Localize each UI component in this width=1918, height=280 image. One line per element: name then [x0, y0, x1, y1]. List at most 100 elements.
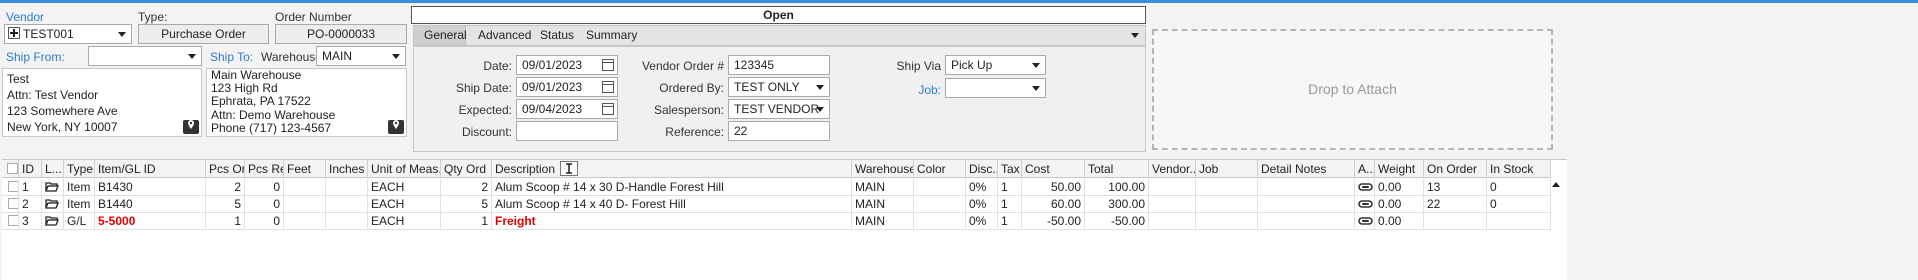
- salesperson-select[interactable]: TEST VENDOR: [728, 99, 830, 119]
- cell-unit-of-measure[interactable]: EACH: [368, 213, 441, 230]
- column-header-attachment[interactable]: A...: [1355, 160, 1375, 178]
- tab-general[interactable]: General: [414, 26, 467, 45]
- cell-description[interactable]: Alum Scoop # 14 x 30 D-Handle Forest Hil…: [492, 179, 852, 196]
- cell-pcs-ord[interactable]: 2: [206, 179, 245, 196]
- tabs-overflow-chevron-icon[interactable]: [1131, 33, 1139, 38]
- vendor-order-input[interactable]: 123345: [728, 55, 830, 75]
- cell-weight[interactable]: 0.00: [1375, 213, 1424, 230]
- map-location-icon[interactable]: [388, 118, 404, 134]
- cell-on-order[interactable]: 13: [1424, 179, 1487, 196]
- drop-to-attach-zone[interactable]: Drop to Attach: [1152, 29, 1553, 150]
- cell-type[interactable]: G/L: [64, 213, 95, 230]
- column-header-job[interactable]: Job: [1196, 160, 1258, 178]
- cell-detail-notes[interactable]: [1258, 179, 1355, 196]
- cell-total[interactable]: -50.00: [1085, 213, 1149, 230]
- tab-summary[interactable]: Summary: [576, 26, 647, 45]
- column-header-tax[interactable]: Tax: [998, 160, 1022, 178]
- cell-tax[interactable]: 1: [998, 179, 1022, 196]
- cell-type[interactable]: Item: [64, 179, 95, 196]
- attachment-clip-icon[interactable]: [1358, 198, 1374, 210]
- ship-from-label[interactable]: Ship From:: [6, 50, 65, 64]
- cell-line-icon[interactable]: [42, 179, 64, 196]
- cell-job[interactable]: [1196, 213, 1258, 230]
- ship-from-select[interactable]: [88, 46, 202, 66]
- attachment-clip-icon[interactable]: [1358, 181, 1374, 193]
- cell-detail-notes[interactable]: [1258, 213, 1355, 230]
- cell-id[interactable]: 1: [19, 179, 42, 196]
- vendor-select[interactable]: TEST001: [4, 24, 132, 44]
- job-select[interactable]: [945, 78, 1046, 98]
- cell-total[interactable]: 300.00: [1085, 196, 1149, 213]
- ordered-by-select[interactable]: TEST ONLY: [728, 77, 830, 97]
- calendar-icon[interactable]: [602, 59, 614, 71]
- column-header-cost[interactable]: Cost: [1022, 160, 1085, 178]
- column-header-discount[interactable]: Disc...: [966, 160, 998, 178]
- job-label[interactable]: Job:: [880, 83, 941, 97]
- cell-pcs-rec[interactable]: 0: [245, 213, 284, 230]
- cell-vendor[interactable]: [1149, 213, 1196, 230]
- column-header-warehouse[interactable]: Warehouse: [852, 160, 914, 178]
- cell-warehouse[interactable]: MAIN: [852, 179, 914, 196]
- cell-color[interactable]: [914, 213, 966, 230]
- cell-tax[interactable]: 1: [998, 213, 1022, 230]
- cell-color[interactable]: [914, 179, 966, 196]
- cell-weight[interactable]: 0.00: [1375, 179, 1424, 196]
- cell-cost[interactable]: -50.00: [1022, 213, 1085, 230]
- cell-vendor[interactable]: [1149, 179, 1196, 196]
- cell-tax[interactable]: 1: [998, 196, 1022, 213]
- vendor-label[interactable]: Vendor: [6, 10, 44, 24]
- cell-inches[interactable]: [326, 179, 368, 196]
- calendar-icon[interactable]: [602, 103, 614, 115]
- cell-in-stock[interactable]: 0: [1487, 196, 1551, 213]
- cell-type[interactable]: Item: [64, 196, 95, 213]
- cell-qty-ord[interactable]: 2: [441, 179, 492, 196]
- cell-inches[interactable]: [326, 196, 368, 213]
- column-header-line-icon[interactable]: L...: [42, 160, 64, 178]
- cell-select-all[interactable]: [2, 179, 19, 196]
- folder-open-icon[interactable]: [45, 198, 59, 210]
- cell-item-gl-id[interactable]: B1430: [95, 179, 206, 196]
- cell-color[interactable]: [914, 196, 966, 213]
- row-checkbox[interactable]: [8, 181, 18, 192]
- column-header-in-stock[interactable]: In Stock: [1487, 160, 1551, 178]
- cell-select-all[interactable]: [2, 196, 19, 213]
- cell-attachment[interactable]: [1355, 179, 1375, 196]
- column-header-select-all[interactable]: [2, 160, 19, 178]
- cell-job[interactable]: [1196, 179, 1258, 196]
- reference-input[interactable]: 22: [728, 121, 830, 141]
- cell-job[interactable]: [1196, 196, 1258, 213]
- ship-date-input[interactable]: 09/01/2023: [516, 77, 618, 97]
- cell-unit-of-measure[interactable]: EACH: [368, 196, 441, 213]
- column-header-description[interactable]: Description: [492, 160, 852, 178]
- cell-on-order[interactable]: [1424, 213, 1487, 230]
- discount-input[interactable]: [516, 121, 618, 141]
- cell-detail-notes[interactable]: [1258, 196, 1355, 213]
- cell-feet[interactable]: [284, 196, 326, 213]
- column-header-feet[interactable]: Feet: [284, 160, 326, 178]
- cell-attachment[interactable]: [1355, 196, 1375, 213]
- cell-cost[interactable]: 50.00: [1022, 179, 1085, 196]
- add-vendor-icon[interactable]: [8, 27, 20, 39]
- cell-id[interactable]: 2: [19, 196, 42, 213]
- cell-in-stock[interactable]: [1487, 213, 1551, 230]
- column-header-pcs-rec[interactable]: Pcs Rec: [245, 160, 284, 178]
- cell-discount[interactable]: 0%: [966, 213, 998, 230]
- cell-in-stock[interactable]: 0: [1487, 179, 1551, 196]
- column-header-detail-notes[interactable]: Detail Notes: [1258, 160, 1355, 178]
- cell-total[interactable]: 100.00: [1085, 179, 1149, 196]
- column-header-item-gl-id[interactable]: Item/GL ID: [95, 160, 206, 178]
- ship-via-select[interactable]: Pick Up: [945, 55, 1046, 75]
- cell-item-gl-id[interactable]: 5-5000: [95, 213, 206, 230]
- row-checkbox[interactable]: [8, 215, 18, 226]
- column-header-id[interactable]: ID: [19, 160, 42, 178]
- cell-description[interactable]: Freight: [492, 213, 852, 230]
- cell-discount[interactable]: 0%: [966, 196, 998, 213]
- column-header-color[interactable]: Color: [914, 160, 966, 178]
- cell-select-all[interactable]: [2, 213, 19, 230]
- column-header-weight[interactable]: Weight: [1375, 160, 1424, 178]
- column-header-unit-of-measure[interactable]: Unit of Meas...: [368, 160, 441, 178]
- cell-attachment[interactable]: [1355, 213, 1375, 230]
- cell-pcs-ord[interactable]: 1: [206, 213, 245, 230]
- ship-to-label[interactable]: Ship To:: [210, 50, 253, 64]
- cell-pcs-rec[interactable]: 0: [245, 196, 284, 213]
